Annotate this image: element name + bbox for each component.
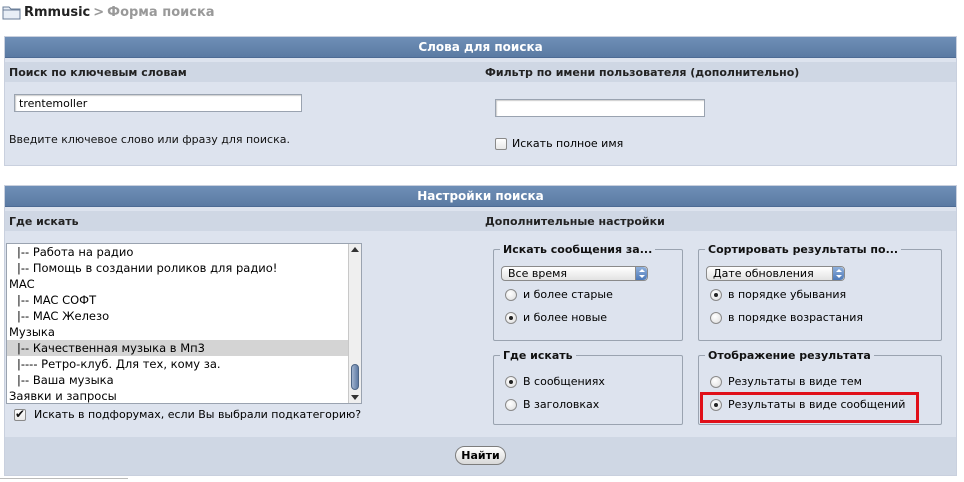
time-select[interactable]: Все время (501, 266, 648, 281)
select-arrows-icon (635, 267, 647, 280)
forum-list: |-- Работа на радио |-- Помощь в создании… (7, 244, 361, 403)
forum-listbox[interactable]: |-- Работа на радио |-- Помощь в создании… (6, 243, 362, 404)
sort-select-value: Дате обновления (713, 267, 814, 280)
keyword-input[interactable] (14, 94, 302, 112)
time-radio-newer[interactable] (505, 311, 517, 324)
forum-list-scrollbar[interactable] (348, 244, 361, 403)
where-option-titles-label: В заголовках (523, 398, 600, 411)
keyword-search-header: Поиск по ключевым словам (9, 66, 187, 79)
where-legend: Где искать (503, 349, 573, 362)
keywords-panel-title: Слова для поиска (5, 37, 956, 58)
breadcrumb-current: Форма поиска (107, 4, 215, 20)
forum-list-item[interactable]: |---- Ретро-клуб. Для тех, кому за. (7, 356, 361, 372)
full-name-label: Искать полное имя (512, 137, 624, 150)
full-name-option: Искать полное имя (495, 137, 623, 150)
scroll-down-icon[interactable] (351, 395, 359, 400)
breadcrumb-separator: > (93, 4, 105, 20)
subforums-checkbox[interactable] (14, 407, 26, 421)
username-filter-header: Фильтр по имени пользователя (дополнител… (485, 66, 800, 79)
bottom-divider (0, 478, 128, 479)
display-legend: Отображение результата (708, 349, 871, 362)
where-option-posts[interactable]: В сообщениях (505, 375, 605, 388)
sort-select[interactable]: Дате обновления (706, 266, 845, 281)
folder-icon (2, 6, 21, 20)
time-legend: Искать сообщения за... (503, 243, 653, 256)
highlight-box (700, 392, 919, 423)
display-option-topics-label: Результаты в виде тем (728, 375, 862, 388)
subforums-option: Искать в подфорумах, если Вы выбрали под… (14, 407, 362, 421)
settings-subheader-row (5, 211, 956, 231)
display-option-topics[interactable]: Результаты в виде тем (710, 375, 862, 388)
username-input[interactable] (495, 99, 705, 117)
breadcrumb: Rmmusic > Форма поиска (0, 0, 215, 24)
scroll-up-icon[interactable] (351, 247, 359, 252)
forum-list-item[interactable]: |-- Работа на радио (7, 244, 361, 260)
select-arrows-icon (832, 267, 844, 280)
breadcrumb-site[interactable]: Rmmusic (24, 5, 90, 20)
where-option-posts-label: В сообщениях (523, 375, 605, 388)
where-search-header: Где искать (9, 215, 79, 228)
where-radio-titles[interactable] (505, 398, 517, 411)
sort-option-asc-label: в порядке возрастания (728, 311, 863, 324)
forum-list-item[interactable]: |-- Ваша музыка (7, 372, 361, 388)
search-submit-button[interactable]: Найти (455, 446, 506, 465)
scroll-thumb[interactable] (351, 364, 359, 390)
sort-legend: Сортировать результаты по... (708, 243, 899, 256)
sort-radio-asc[interactable] (710, 311, 722, 324)
where-radio-posts[interactable] (505, 375, 517, 388)
display-radio-topics[interactable] (710, 375, 722, 388)
time-select-value: Все время (508, 267, 568, 280)
forum-list-item[interactable]: |-- MAC Железо (7, 308, 361, 324)
forum-list-item[interactable]: |-- MAC СОФТ (7, 292, 361, 308)
keyword-hint: Введите ключевое слово или фразу для пои… (9, 133, 290, 146)
sort-option-asc[interactable]: в порядке возрастания (710, 311, 863, 324)
settings-panel-title: Настройки поиска (5, 186, 956, 207)
time-option-older-label: и более старые (523, 288, 613, 301)
forum-list-item[interactable]: |-- Качественная музыка в Мп3 (7, 340, 361, 356)
time-option-newer[interactable]: и более новые (505, 311, 607, 324)
forum-list-item[interactable]: Заявки и запросы (7, 388, 361, 403)
forum-list-item[interactable]: |-- Помощь в создании роликов для радио! (7, 260, 361, 276)
forum-list-item[interactable]: MAC (7, 276, 361, 292)
sort-option-desc-label: в порядке убывания (728, 288, 847, 301)
time-radio-older[interactable] (505, 288, 517, 301)
sort-radio-desc[interactable] (710, 288, 722, 301)
subforums-label: Искать в подфорумах, если Вы выбрали под… (34, 408, 362, 421)
time-option-newer-label: и более новые (523, 311, 608, 324)
full-name-checkbox[interactable] (495, 137, 507, 150)
advanced-settings-header: Дополнительные настройки (485, 215, 665, 228)
forum-list-item[interactable]: Музыка (7, 324, 361, 340)
time-option-older[interactable]: и более старые (505, 288, 613, 301)
where-option-titles[interactable]: В заголовках (505, 398, 599, 411)
sort-option-desc[interactable]: в порядке убывания (710, 288, 846, 301)
